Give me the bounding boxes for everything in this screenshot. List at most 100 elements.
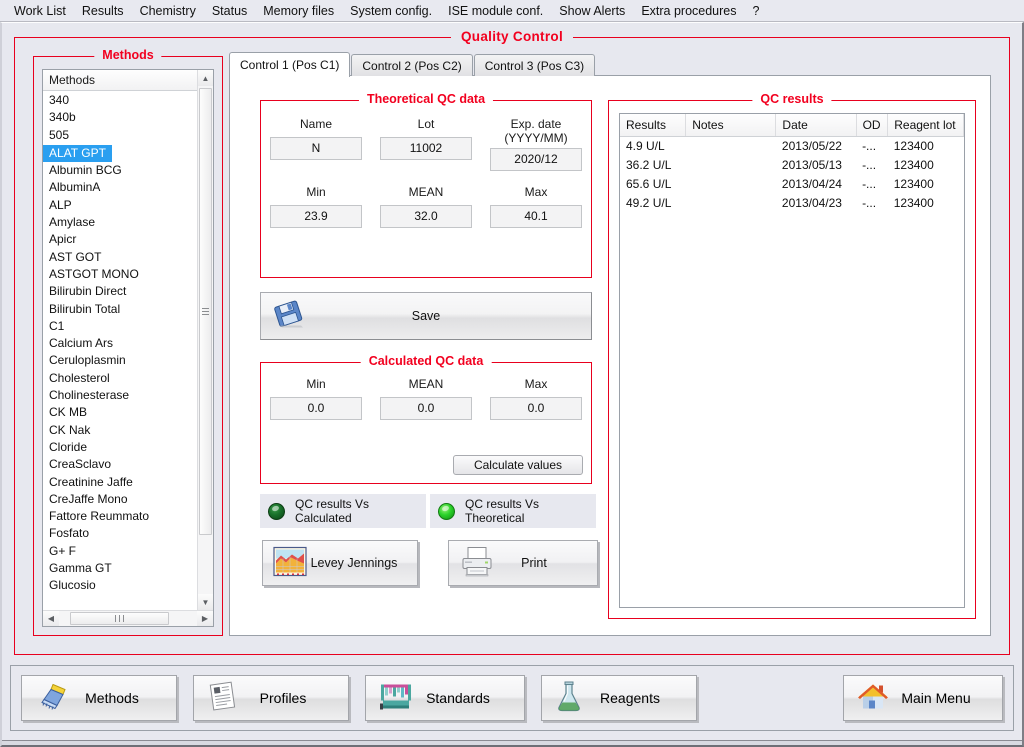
field-exp-date: Exp. date (YYYY/MM) 2020/12 xyxy=(481,117,591,171)
column-header-results[interactable]: Results xyxy=(620,114,687,137)
menu-item-ise-module-conf[interactable]: ISE module conf. xyxy=(440,2,551,20)
menu-item-work-list[interactable]: Work List xyxy=(6,2,74,20)
list-item[interactable]: AST GOT xyxy=(43,249,197,266)
mean-input[interactable]: 32.0 xyxy=(380,205,472,228)
column-header-date[interactable]: Date xyxy=(775,114,857,137)
list-item[interactable]: G+ F xyxy=(43,543,197,560)
menu-item-system-config[interactable]: System config. xyxy=(342,2,440,20)
list-item[interactable]: CreJaffe Mono xyxy=(43,491,197,508)
calculated-qc-group: Calculated QC data Min 0.0 MEAN 0.0 Max xyxy=(260,354,592,484)
horizontal-scroll-track[interactable] xyxy=(59,611,197,626)
scroll-left-icon[interactable]: ◀ xyxy=(43,611,59,626)
list-item[interactable]: Fosfato xyxy=(43,525,197,542)
qc-vs-calculated-button[interactable]: QC results Vs Calculated xyxy=(260,494,426,528)
list-item[interactable]: Calcium Ars xyxy=(43,335,197,352)
list-item[interactable]: ALP xyxy=(43,197,197,214)
list-item[interactable]: Glucosio xyxy=(43,577,197,594)
tab-control-3[interactable]: Control 3 (Pos C3) xyxy=(473,54,596,76)
table-row[interactable]: 4.9 U/L 2013/05/22 -... 123400 xyxy=(620,136,964,155)
methods-horizontal-scrollbar[interactable]: ◀ ▶ xyxy=(43,610,213,626)
list-item[interactable]: Bilirubin Total xyxy=(43,301,197,318)
scroll-down-icon[interactable]: ▼ xyxy=(198,594,213,610)
max-input[interactable]: 40.1 xyxy=(490,205,582,228)
methods-item-list[interactable]: 340 340b 505 ALAT GPT Albumin BCG AlbuminA ALP… xyxy=(43,91,197,610)
list-item[interactable]: Apicr xyxy=(43,231,197,248)
tabstrip: Control 1 (Pos C1) Control 2 (Pos C2) Co… xyxy=(229,52,991,77)
list-item[interactable]: Bilirubin Direct xyxy=(43,283,197,300)
qc-results-group: QC results Results Notes Date OD Reagent… xyxy=(608,92,976,619)
menu-item-help[interactable]: ? xyxy=(745,2,768,20)
list-item[interactable]: Ceruloplasmin xyxy=(43,352,197,369)
area-chart-icon xyxy=(273,546,307,580)
calculate-values-button[interactable]: Calculate values xyxy=(453,455,583,475)
cell-notes xyxy=(686,136,776,155)
menu-bar: Work List Results Chemistry Status Memor… xyxy=(0,0,1024,22)
vertical-scroll-track[interactable] xyxy=(198,86,213,594)
label-max: Max xyxy=(524,185,548,199)
methods-listbox[interactable]: Methods 340 340b 505 ALAT GPT Albumin BCG Alb… xyxy=(42,69,214,627)
list-item[interactable]: ALAT GPT xyxy=(43,144,112,163)
menu-item-show-alerts[interactable]: Show Alerts xyxy=(551,2,633,20)
list-item[interactable]: Cholinesterase xyxy=(43,387,197,404)
list-item[interactable]: C1 xyxy=(43,318,197,335)
methods-toolbar-button[interactable]: Methods xyxy=(21,675,177,721)
menu-item-memory-files[interactable]: Memory files xyxy=(255,2,342,20)
list-item[interactable]: Amylase xyxy=(43,214,197,231)
methods-column-header: Methods xyxy=(43,70,197,91)
table-row[interactable]: 65.6 U/L 2013/04/24 -... 123400 xyxy=(620,174,964,193)
reagents-toolbar-button[interactable]: Reagents xyxy=(541,675,697,721)
list-item[interactable]: Albumin BCG xyxy=(43,162,197,179)
qc-vs-calculated-label: QC results Vs Calculated xyxy=(295,497,370,525)
methods-vertical-scrollbar[interactable]: ▲ ▼ xyxy=(197,70,213,610)
lot-input[interactable]: 11002 xyxy=(380,137,472,160)
vertical-scroll-thumb[interactable] xyxy=(199,88,212,536)
list-item[interactable]: 340b xyxy=(43,109,197,126)
list-item[interactable]: 505 xyxy=(43,127,197,144)
table-row[interactable]: 49.2 U/L 2013/04/23 -... 123400 xyxy=(620,193,964,212)
list-item[interactable]: AlbuminA xyxy=(43,179,197,196)
cell-od: -... xyxy=(862,138,877,153)
tab-control-1[interactable]: Control 1 (Pos C1) xyxy=(229,52,351,77)
menu-item-results[interactable]: Results xyxy=(74,2,132,20)
print-button[interactable]: Print xyxy=(448,540,598,586)
qc-results-table[interactable]: Results Notes Date OD Reagent lot 4.9 U/… xyxy=(619,113,965,608)
calc-min-value: 0.0 xyxy=(270,397,362,420)
scroll-right-icon[interactable]: ▶ xyxy=(197,611,213,626)
list-item[interactable]: Gamma GT xyxy=(43,560,197,577)
table-row[interactable]: 36.2 U/L 2013/05/13 -... 123400 xyxy=(620,155,964,174)
list-item[interactable]: CK MB xyxy=(43,404,197,421)
qc-vs-theoretical-button[interactable]: QC results Vs Theoretical xyxy=(430,494,596,528)
horizontal-scroll-thumb[interactable] xyxy=(70,612,170,625)
menu-item-status[interactable]: Status xyxy=(204,2,255,20)
exp-date-input[interactable]: 2020/12 xyxy=(490,148,582,171)
column-header-reagent-lot[interactable]: Reagent lot xyxy=(887,114,964,137)
levey-jennings-button[interactable]: Levey Jennings xyxy=(262,540,418,586)
menu-item-extra-procedures[interactable]: Extra procedures xyxy=(633,2,744,20)
save-button[interactable]: Save xyxy=(260,292,592,340)
standards-toolbar-button[interactable]: Standards xyxy=(365,675,525,721)
scroll-up-icon[interactable]: ▲ xyxy=(198,70,213,86)
label-mean: MEAN xyxy=(408,185,444,199)
main-menu-toolbar-button[interactable]: Main Menu xyxy=(843,675,1003,721)
profiles-toolbar-button[interactable]: Profiles xyxy=(193,675,349,721)
list-item[interactable]: 340 xyxy=(43,92,197,109)
list-item[interactable]: Cloride xyxy=(43,439,197,456)
menu-item-chemistry[interactable]: Chemistry xyxy=(132,2,204,20)
calc-field-min: Min 0.0 xyxy=(261,377,371,420)
name-input[interactable]: N xyxy=(270,137,362,160)
cell-results: 65.6 U/L xyxy=(626,176,672,191)
min-input[interactable]: 23.9 xyxy=(270,205,362,228)
tab-control-2[interactable]: Control 2 (Pos C2) xyxy=(351,54,473,76)
field-mean: MEAN 32.0 xyxy=(371,185,481,228)
list-item[interactable]: CreaSclavo xyxy=(43,456,197,473)
list-item[interactable]: ASTGOT MONO xyxy=(43,266,197,283)
column-header-od[interactable]: OD xyxy=(856,114,889,137)
list-item[interactable]: Fattore Reummato xyxy=(43,508,197,525)
qc-vs-theoretical-label: QC results Vs Theoretical xyxy=(465,497,540,525)
list-item[interactable]: Creatinine Jaffe xyxy=(43,474,197,491)
list-item[interactable]: CK Nak xyxy=(43,422,197,439)
column-header-notes[interactable]: Notes xyxy=(685,114,777,137)
application-window: Quality Control Methods Methods 340 340b 5… xyxy=(0,22,1024,747)
list-item[interactable]: Cholesterol xyxy=(43,370,197,387)
home-icon xyxy=(856,682,890,715)
